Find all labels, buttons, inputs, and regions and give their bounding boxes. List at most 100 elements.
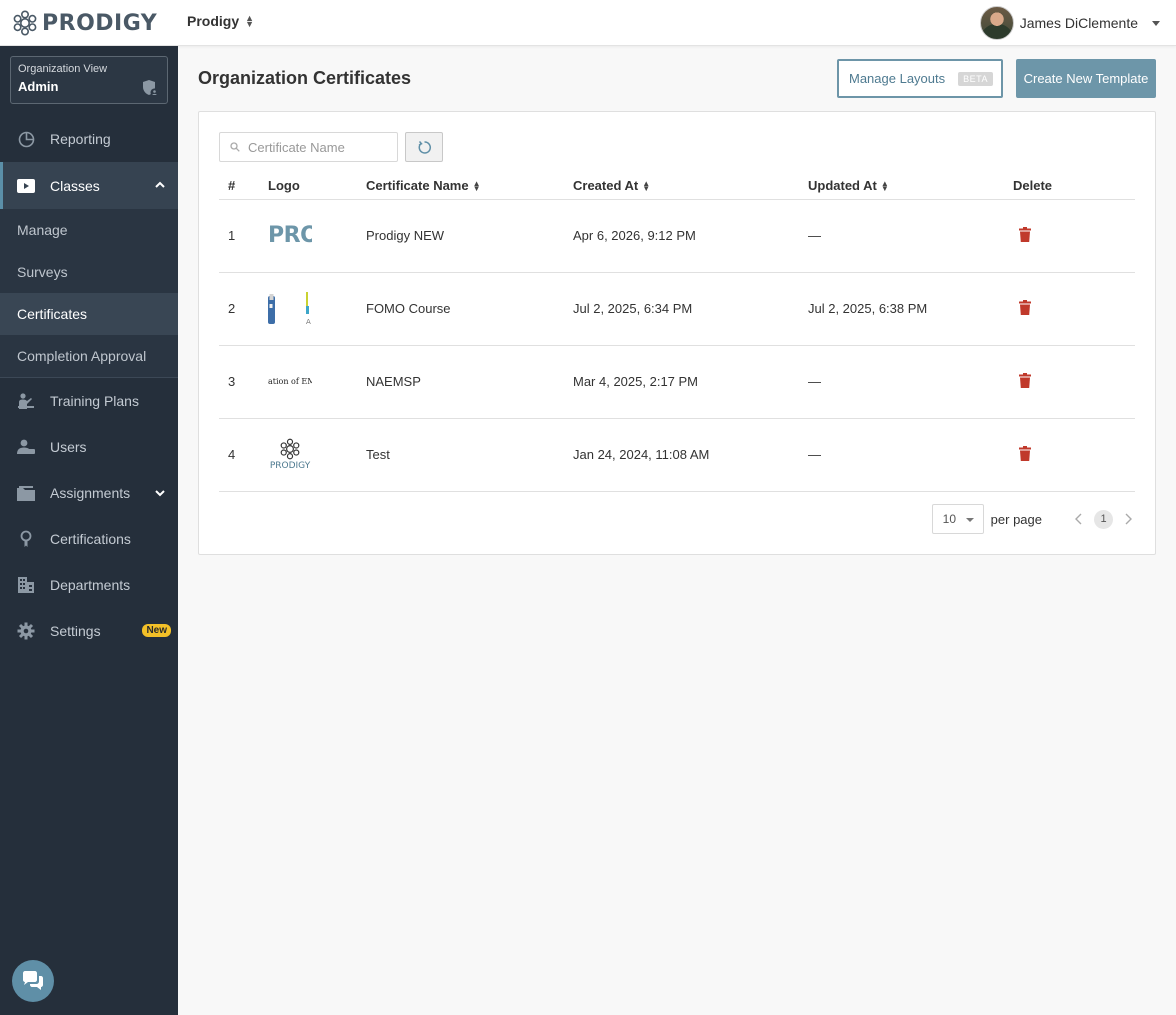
per-page-select[interactable]: 10 bbox=[931, 504, 984, 534]
table-row[interactable]: 2 A FOMO Course Jul 2, 2025, 6:34 PM Jul… bbox=[219, 272, 1135, 346]
sidebar-subitem-certificates[interactable]: Certificates bbox=[0, 293, 178, 335]
certificate-logo: PRO bbox=[268, 216, 312, 256]
chevron-left-icon bbox=[1075, 513, 1082, 525]
sidebar-subitem-surveys[interactable]: Surveys bbox=[0, 251, 178, 293]
trash-icon bbox=[1019, 299, 1031, 315]
row-number: 1 bbox=[219, 199, 268, 273]
sidebar-item-certifications[interactable]: Certifications bbox=[0, 516, 178, 562]
refresh-icon bbox=[418, 140, 431, 154]
sidebar-subitem-completion-approval[interactable]: Completion Approval bbox=[0, 335, 178, 377]
column-header-certificate-name[interactable]: Certificate Name ▲ ▼ bbox=[366, 172, 573, 200]
users-icon bbox=[17, 438, 35, 456]
column-header-logo: Logo bbox=[268, 172, 366, 200]
row-number: 3 bbox=[219, 345, 268, 419]
chart-pie-icon bbox=[17, 130, 35, 148]
chat-support-button[interactable] bbox=[12, 960, 54, 1002]
sort-icon: ▲ ▼ bbox=[472, 179, 481, 194]
org-view-label: Organization View bbox=[18, 63, 108, 75]
caret-down-icon bbox=[965, 518, 974, 522]
sidebar-subitem-manage[interactable]: Manage bbox=[0, 209, 178, 251]
sidebar-item-classes[interactable]: Classes bbox=[0, 162, 178, 209]
sidebar-item-assignments[interactable]: Assignments bbox=[0, 470, 178, 516]
logo-image: A bbox=[268, 291, 311, 326]
classes-submenu: Manage Surveys Certificates Completion A… bbox=[0, 209, 178, 378]
sidebar-item-label: Assignments bbox=[50, 485, 131, 501]
delete-button[interactable] bbox=[1019, 226, 1031, 245]
delete-button[interactable] bbox=[1019, 299, 1031, 318]
manage-layouts-button[interactable]: Manage Layouts BETA bbox=[837, 59, 1003, 98]
table-row[interactable]: 3 ation of EM NAEMSP Mar 4, 2025, 2:17 P… bbox=[219, 345, 1135, 419]
building-icon bbox=[17, 576, 35, 594]
sidebar-item-label: Certifications bbox=[50, 531, 131, 547]
search-box[interactable] bbox=[219, 132, 398, 162]
org-name: Prodigy bbox=[187, 13, 240, 29]
page-title: Organization Certificates bbox=[198, 68, 412, 88]
user-name: James DiClemente bbox=[1019, 15, 1138, 31]
logo-text: PRODIGY bbox=[269, 461, 311, 471]
org-view-value: Admin bbox=[18, 79, 59, 94]
top-bar: PRODIGY Prodigy ▲ ▼ James DiClemente bbox=[0, 0, 1176, 46]
org-view-selector[interactable]: Organization View Admin bbox=[10, 56, 168, 104]
table-row[interactable]: 1 PRO Prodigy NEW Apr 6, 2026, 9:12 PM — bbox=[219, 199, 1135, 273]
caret-down-icon bbox=[1152, 20, 1160, 26]
certificate-name: Test bbox=[366, 418, 573, 492]
sidebar-item-label: Settings bbox=[50, 623, 101, 639]
sidebar-item-training-plans[interactable]: Training Plans bbox=[0, 378, 178, 424]
sidebar-item-label: Classes bbox=[50, 177, 100, 194]
certificate-logo: A bbox=[268, 289, 312, 329]
video-play-icon bbox=[17, 177, 35, 195]
sidebar-item-users[interactable]: Users bbox=[0, 424, 178, 470]
refresh-button[interactable] bbox=[405, 132, 443, 162]
brand-logo[interactable]: PRODIGY bbox=[12, 9, 157, 37]
page-number-button[interactable]: 1 bbox=[1094, 509, 1113, 529]
sidebar-item-settings[interactable]: Settings New bbox=[0, 608, 178, 654]
chevron-right-icon bbox=[1125, 513, 1132, 525]
column-header-created-at[interactable]: Created At ▲ ▼ bbox=[573, 172, 808, 200]
certificate-name: NAEMSP bbox=[366, 345, 573, 419]
updated-at: — bbox=[808, 418, 1013, 492]
certificate-name: FOMO Course bbox=[366, 272, 573, 346]
delete-button[interactable] bbox=[1019, 372, 1031, 391]
certificate-name: Prodigy NEW bbox=[366, 199, 573, 273]
snowflake-logo-icon bbox=[280, 438, 300, 460]
created-at: Jul 2, 2025, 6:34 PM bbox=[573, 272, 808, 346]
manage-layouts-label: Manage Layouts bbox=[849, 71, 946, 86]
trash-icon bbox=[1019, 372, 1031, 388]
sidebar-item-departments[interactable]: Departments bbox=[0, 562, 178, 608]
per-page-label: per page bbox=[990, 511, 1042, 527]
chat-bubbles-icon bbox=[23, 971, 43, 990]
sidebar-item-reporting[interactable]: Reporting bbox=[0, 116, 178, 162]
delete-button[interactable] bbox=[1019, 445, 1031, 464]
certificate-logo: ation of EM bbox=[268, 362, 312, 402]
trash-icon bbox=[1019, 445, 1031, 461]
column-header-label: Certificate Name bbox=[366, 177, 469, 193]
logo-text: PRO bbox=[268, 223, 312, 248]
certificates-card: # Logo Certificate Name▲▼ Created At▲▼ U… bbox=[198, 111, 1156, 555]
sidebar-item-label: Training Plans bbox=[50, 393, 139, 409]
search-input[interactable] bbox=[248, 139, 388, 155]
sort-icon: ▲ ▼ bbox=[880, 179, 889, 194]
search-icon bbox=[230, 142, 240, 152]
per-page-value: 10 bbox=[942, 512, 957, 526]
created-at: Apr 6, 2026, 9:12 PM bbox=[573, 199, 808, 273]
row-number: 4 bbox=[219, 418, 268, 492]
updated-at: — bbox=[808, 345, 1013, 419]
certificates-table: # Logo Certificate Name ▲ ▼ Created At ▲ ▼ U… bbox=[219, 172, 1135, 492]
created-at: Jan 24, 2024, 11:08 AM bbox=[573, 418, 808, 492]
org-switcher[interactable]: Prodigy ▲ ▼ bbox=[187, 13, 254, 29]
sort-updown-icon: ▲ ▼ bbox=[245, 13, 255, 29]
sidebar-item-label: Reporting bbox=[50, 131, 111, 147]
next-page-button[interactable] bbox=[1121, 512, 1135, 526]
logo-text: ation of EM bbox=[268, 377, 312, 386]
chevron-up-icon bbox=[155, 181, 165, 188]
chevron-down-icon bbox=[155, 490, 165, 497]
create-new-template-button[interactable]: Create New Template bbox=[1016, 59, 1156, 98]
previous-page-button[interactable] bbox=[1072, 512, 1086, 526]
sort-icon: ▲ ▼ bbox=[642, 179, 651, 194]
pagination: 10 per page 1 bbox=[931, 504, 1135, 534]
user-menu[interactable]: James DiClemente bbox=[979, 6, 1160, 40]
new-badge: New bbox=[142, 624, 171, 637]
sidebar-item-label: Users bbox=[50, 439, 87, 455]
column-header-updated-at[interactable]: Updated At ▲ ▼ bbox=[808, 172, 1013, 200]
table-row[interactable]: 4 PRODIGY Test Jan 24, 2024, 11:08 AM — bbox=[219, 418, 1135, 492]
